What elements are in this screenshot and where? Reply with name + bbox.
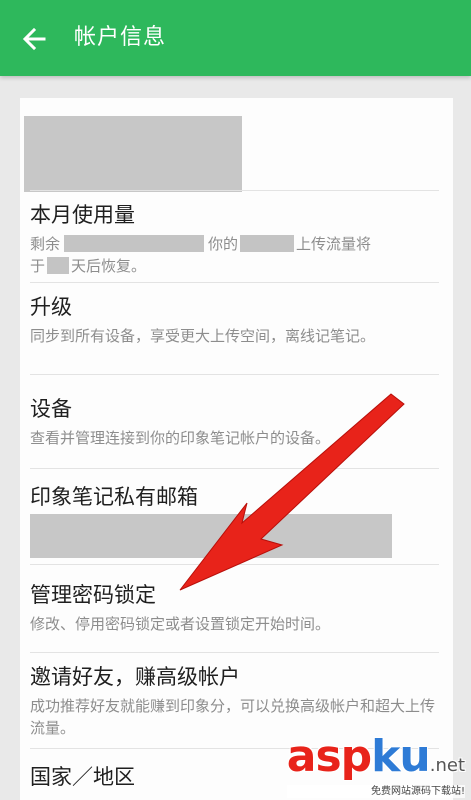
item-description: 同步到所有设备，享受更大上传空间，离线记笔记。 <box>30 327 376 345</box>
item-description: 查看并管理连接到你的印象笔记帐户的设备。 <box>30 429 331 447</box>
redacted-value <box>47 257 70 274</box>
item-description: 修改、停用密码锁定或者设置锁定开始时间。 <box>30 615 331 633</box>
item-title: 印象笔记私有邮箱 <box>30 485 198 509</box>
redacted-value <box>64 235 205 252</box>
app-bar: 帐户信息 <box>0 0 471 76</box>
item-description: 剩余 你的 上传流量将 于天后恢复。 <box>30 235 372 275</box>
item-title: 管理密码锁定 <box>30 583 156 607</box>
divider <box>30 564 439 565</box>
redacted-value <box>240 235 295 252</box>
divider <box>30 190 439 191</box>
list-item-invite-friends[interactable]: 邀请好友，赚高级帐户 成功推荐好友就能赚到印象分，可以兑换高级帐户和超大上传流量… <box>30 662 435 739</box>
page-title: 帐户信息 <box>74 25 167 50</box>
item-title: 邀请好友，赚高级帐户 <box>30 665 240 689</box>
arrow-left-icon <box>22 27 46 51</box>
list-item-private-email[interactable]: 印象笔记私有邮箱 <box>30 482 435 512</box>
divider <box>30 282 439 283</box>
email-address-redacted <box>30 514 392 558</box>
divider <box>30 468 439 469</box>
account-header-redacted <box>24 116 242 192</box>
list-item-upgrade[interactable]: 升级 同步到所有设备，享受更大上传空间，离线记笔记。 <box>30 292 435 347</box>
item-title: 设备 <box>30 397 72 421</box>
list-item-password-lock[interactable]: 管理密码锁定 修改、停用密码锁定或者设置锁定开始时间。 <box>30 580 435 635</box>
divider <box>30 374 439 375</box>
list-item-devices[interactable]: 设备 查看并管理连接到你的印象笔记帐户的设备。 <box>30 394 435 449</box>
item-title: 升级 <box>30 295 72 319</box>
watermark-logo: aspku.net 免费网站源码下载站! <box>286 731 465 798</box>
list-item-monthly-usage[interactable]: 本月使用量 剩余 你的 上传流量将 于天后恢复。 <box>30 200 435 277</box>
back-button[interactable] <box>18 22 54 56</box>
divider <box>30 652 439 653</box>
account-info-card: 本月使用量 剩余 你的 上传流量将 于天后恢复。 升级 同步到所有设备，享受更大上传… <box>20 98 453 800</box>
item-title: 本月使用量 <box>30 203 135 227</box>
